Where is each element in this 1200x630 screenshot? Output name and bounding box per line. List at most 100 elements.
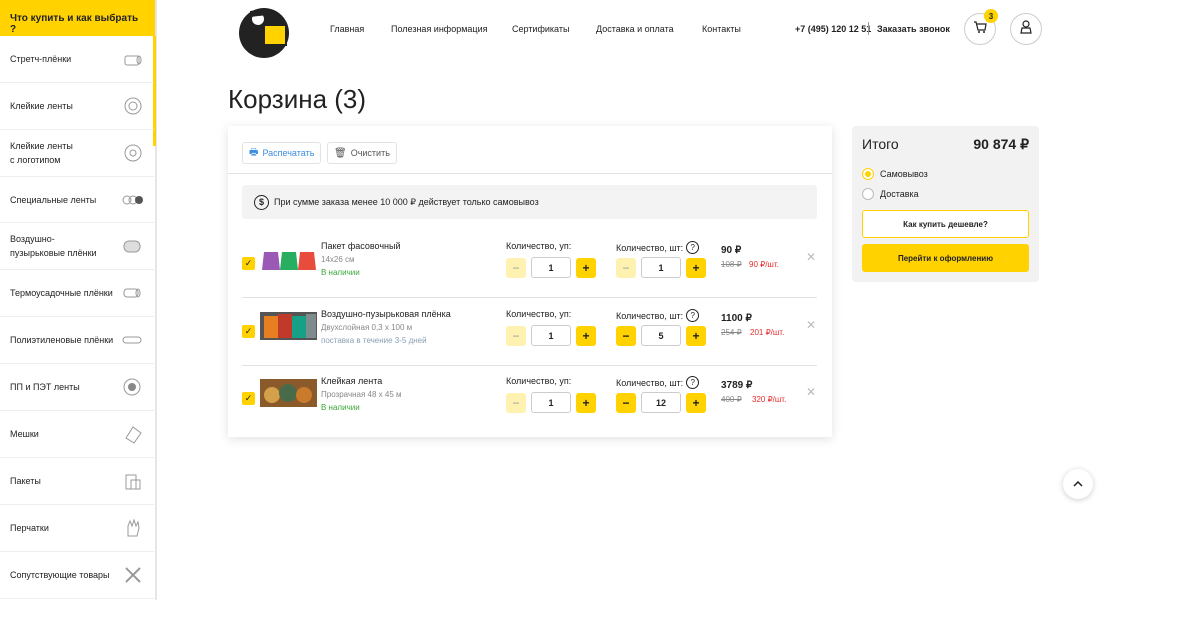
product-name[interactable]: Клейкая лента — [321, 376, 382, 386]
glove-icon — [122, 517, 144, 539]
qty-pcs-increment[interactable]: + — [686, 326, 706, 346]
sidebar-item-accessories[interactable]: Сопутствующие товары — [0, 552, 154, 599]
page-title: Корзина (3) — [228, 84, 367, 114]
nav-useful-info[interactable]: Полезная информация — [391, 24, 487, 34]
sidebar-item-logo-tape[interactable]: Клейкие ленты с логотипом — [0, 130, 154, 177]
old-price: 108 ₽ — [721, 260, 742, 269]
item-checkbox[interactable]: ✓ — [242, 325, 255, 338]
bubble-wrap-icon — [122, 235, 144, 257]
qty-pcs-decrement[interactable]: − — [616, 258, 636, 278]
qty-pcs-input[interactable]: 1 — [641, 257, 681, 278]
sidebar-item-stretch-film[interactable]: Стретч-плёнки — [0, 36, 154, 83]
cart-count-badge: 3 — [984, 9, 998, 23]
delivery-radio[interactable] — [862, 188, 874, 200]
sidebar-item-pp-pet-strap[interactable]: ПП и ПЭТ ленты — [0, 364, 154, 411]
strap-roll-icon — [122, 376, 144, 398]
clear-cart-button[interactable]: 🗑 Очистить — [327, 142, 397, 164]
cart-item-row: ✓ Пакет фасовочный 14x26 см В наличии Ко… — [242, 230, 817, 298]
item-total-price: 90 ₽ — [721, 245, 742, 256]
currency-icon: $ — [254, 194, 269, 210]
summary-total: 90 874 ₽ — [973, 136, 1029, 152]
qty-pack-label-text: Количество, уп: — [506, 309, 572, 319]
sidebar-item-label: Пакеты — [10, 476, 41, 486]
summary-title: Итого — [862, 136, 899, 152]
product-image[interactable] — [260, 379, 317, 407]
remove-item-button[interactable]: ✕ — [806, 385, 816, 399]
nav-certificates[interactable]: Сертификаты — [512, 24, 569, 34]
qty-pack-input[interactable]: 1 — [531, 257, 571, 278]
shrink-film-icon — [122, 282, 144, 304]
qty-pcs-increment[interactable]: + — [686, 258, 706, 278]
sidebar-item-bubble-wrap[interactable]: Воздушно- пузырьковые плёнки — [0, 223, 154, 270]
item-checkbox[interactable]: ✓ — [242, 257, 255, 270]
pickup-radio[interactable] — [862, 168, 874, 180]
qty-pcs-decrement[interactable]: − — [616, 393, 636, 413]
order-summary: Итого 90 874 ₽ Самовывоз Доставка Как ку… — [852, 126, 1039, 282]
sidebar-header[interactable]: Что купить и как выбрать ? — [0, 0, 155, 36]
item-total-price: 1100 ₽ — [721, 313, 752, 324]
sidebar-item-label: Сопутствующие товары — [10, 570, 110, 580]
qty-pack-increment[interactable]: + — [576, 393, 596, 413]
header-divider — [868, 22, 869, 35]
nav-home[interactable]: Главная — [330, 24, 364, 34]
qty-pcs-label-text: Количество, шт: — [616, 310, 684, 321]
qty-pcs-decrement[interactable]: − — [616, 326, 636, 346]
sidebar-item-pe-film[interactable]: Полиэтиленовые плёнки — [0, 317, 154, 364]
sidebar-item-tape[interactable]: Клейкие ленты — [0, 83, 154, 130]
unit-price: 90 ₽/шт. — [749, 260, 779, 269]
sidebar-item-special-tape[interactable]: Специальные ленты — [0, 177, 154, 223]
callback-link[interactable]: Заказать звонок — [877, 24, 950, 34]
qty-pack-increment[interactable]: + — [576, 326, 596, 346]
account-button[interactable] — [1010, 13, 1042, 45]
qty-pack-input[interactable]: 1 — [531, 392, 571, 413]
qty-pcs-input[interactable]: 5 — [641, 325, 681, 346]
remove-item-button[interactable]: ✕ — [806, 318, 816, 332]
bag-icon — [122, 470, 144, 492]
pickup-label[interactable]: Самовывоз — [880, 169, 928, 179]
qty-pack-input[interactable]: 1 — [531, 325, 571, 346]
pe-film-icon — [122, 329, 144, 351]
cart-item-row: ✓ Клейкая лента Прозрачная 48 х 45 м В н… — [242, 365, 817, 433]
special-tape-icon — [122, 189, 144, 211]
site-logo[interactable] — [236, 3, 298, 59]
delivery-label[interactable]: Доставка — [880, 189, 919, 199]
qty-pack-label-text: Количество, уп: — [506, 376, 572, 386]
logo-tape-icon — [122, 142, 144, 164]
sidebar-item-label: Воздушно- пузырьковые плёнки — [10, 234, 97, 258]
nav-contacts[interactable]: Контакты — [702, 24, 741, 34]
print-label: Распечатать — [262, 148, 315, 158]
qty-pcs-input[interactable]: 12 — [641, 392, 681, 413]
sidebar-item-label: Мешки — [10, 429, 39, 439]
qty-pack-decrement[interactable]: − — [506, 393, 526, 413]
phone-number[interactable]: +7 (495) 120 12 51 — [795, 24, 871, 34]
buy-cheaper-button[interactable]: Как купить дешевле? — [862, 210, 1029, 238]
stock-status: поставка в течение 3-5 дней — [321, 336, 427, 345]
sidebar-item-gloves[interactable]: Перчатки — [0, 505, 154, 552]
tape-roll-icon — [122, 95, 144, 117]
stock-status: В наличии — [321, 268, 360, 277]
sidebar-item-sacks[interactable]: Мешки — [0, 411, 154, 458]
product-image[interactable] — [260, 244, 317, 272]
product-image[interactable] — [260, 312, 317, 340]
product-name[interactable]: Воздушно-пузырьковая плёнка — [321, 309, 451, 319]
help-icon[interactable]: ? — [686, 376, 700, 389]
qty-pack-decrement[interactable]: − — [506, 326, 526, 346]
remove-item-button[interactable]: ✕ — [806, 250, 816, 264]
qty-pack-decrement[interactable]: − — [506, 258, 526, 278]
qty-pcs-increment[interactable]: + — [686, 393, 706, 413]
sidebar-item-label: Клейкие ленты с логотипом — [10, 141, 73, 165]
printer-icon: 🖶 — [249, 146, 259, 158]
sidebar-item-bags[interactable]: Пакеты — [0, 458, 154, 505]
help-icon[interactable]: ? — [686, 241, 700, 254]
scroll-to-top-button[interactable] — [1063, 469, 1093, 499]
help-icon[interactable]: ? — [686, 309, 700, 322]
print-button[interactable]: 🖶 Распечатать — [242, 142, 322, 164]
trash-icon: 🗑 — [334, 147, 347, 159]
user-icon — [1020, 19, 1032, 39]
qty-pack-increment[interactable]: + — [576, 258, 596, 278]
product-name[interactable]: Пакет фасовочный — [321, 241, 401, 251]
checkout-button[interactable]: Перейти к оформлению — [862, 244, 1029, 272]
item-checkbox[interactable]: ✓ — [242, 392, 255, 405]
sidebar-item-shrink-film[interactable]: Термоусадочные плёнки — [0, 270, 154, 317]
nav-delivery-payment[interactable]: Доставка и оплата — [596, 24, 674, 34]
